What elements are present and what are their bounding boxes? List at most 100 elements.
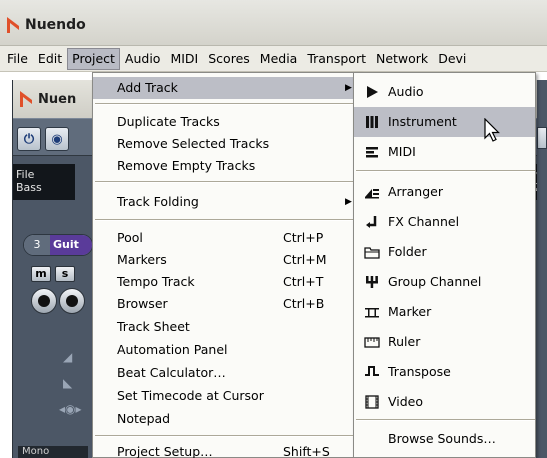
submenu-item-label: Video: [388, 394, 424, 409]
menu-item-duplicate-tracks[interactable]: Duplicate Tracks: [93, 111, 359, 133]
project-title: Nuen: [38, 91, 77, 107]
info-label: File: [16, 168, 35, 181]
menu-item-label: Add Track: [117, 80, 178, 95]
record-mode-icon[interactable]: ◉: [45, 127, 69, 151]
menu-separator: [95, 435, 357, 437]
submenu-item-label: MIDI: [388, 144, 416, 159]
monitor-button[interactable]: [59, 288, 85, 314]
menu-scores[interactable]: Scores: [203, 48, 255, 70]
submenu-item-ruler[interactable]: Ruler: [354, 327, 535, 357]
keyboard-icon: [364, 114, 380, 130]
app-title: Nuendo: [25, 17, 86, 33]
menu-item-remove-selected-tracks[interactable]: Remove Selected Tracks: [93, 133, 359, 155]
marker-icon: [364, 304, 380, 320]
menu-separator: [95, 103, 357, 105]
menu-midi[interactable]: MIDI: [165, 48, 203, 70]
menu-item-markers[interactable]: Markers Ctrl+M: [93, 249, 359, 271]
add-track-submenu: Audio Instrument MIDI Arranger FX Channe…: [353, 72, 536, 458]
menu-item-browser[interactable]: Browser Ctrl+B: [93, 293, 359, 315]
menu-item-add-track[interactable]: Add Track ▶: [93, 77, 359, 99]
solo-button[interactable]: s: [55, 266, 75, 282]
submenu-item-midi[interactable]: MIDI: [354, 137, 535, 167]
submenu-item-instrument[interactable]: Instrument: [354, 107, 535, 137]
menu-audio[interactable]: Audio: [120, 48, 166, 70]
menu-bar: File Edit Project Audio MIDI Scores Medi…: [0, 46, 547, 72]
menu-item-track-sheet[interactable]: Track Sheet: [93, 316, 359, 338]
window-titlebar: Nuendo: [0, 0, 547, 46]
shortcut-label: Ctrl+T: [283, 274, 324, 289]
power-icon[interactable]: ⏻: [17, 127, 41, 151]
folder-icon: [364, 244, 380, 260]
mute-button[interactable]: m: [31, 266, 51, 282]
menu-network[interactable]: Network: [371, 48, 433, 70]
menu-media[interactable]: Media: [255, 48, 303, 70]
fx-channel-icon: [364, 214, 380, 230]
track-name: Guit: [50, 235, 92, 255]
right-toolbar-button[interactable]: [537, 127, 547, 149]
submenu-item-label: Folder: [388, 244, 427, 259]
menu-item-remove-empty-tracks[interactable]: Remove Empty Tracks: [93, 155, 359, 177]
shortcut-label: Ctrl+B: [283, 296, 325, 311]
submenu-arrow-icon: ▶: [345, 83, 352, 93]
submenu-item-label: Instrument: [388, 114, 457, 129]
submenu-item-group-channel[interactable]: Group Channel: [354, 267, 535, 297]
shortcut-label: Shift+S: [283, 444, 330, 458]
nuendo-logo-icon: [19, 91, 33, 107]
pan-icon: ◂◉▸: [59, 402, 82, 416]
audio-play-icon: [364, 84, 380, 100]
submenu-item-marker[interactable]: Marker: [354, 297, 535, 327]
submenu-arrow-icon: ▶: [345, 197, 352, 207]
menu-item-tempo-track[interactable]: Tempo Track Ctrl+T: [93, 271, 359, 293]
menu-separator: [356, 419, 535, 421]
submenu-item-label: FX Channel: [388, 214, 460, 229]
menu-separator: [95, 219, 357, 221]
submenu-item-folder[interactable]: Folder: [354, 237, 535, 267]
menu-file[interactable]: File: [2, 48, 33, 70]
submenu-item-label: Audio: [388, 84, 424, 99]
menu-devices[interactable]: Devi: [433, 48, 471, 70]
menu-item-track-folding[interactable]: Track Folding ▶: [93, 191, 359, 213]
menu-item-label: Track Folding: [117, 194, 199, 209]
menu-item-pool[interactable]: Pool Ctrl+P: [93, 227, 359, 249]
submenu-item-label: Group Channel: [388, 274, 482, 289]
submenu-item-label: Transpose: [388, 364, 451, 379]
submenu-item-transpose[interactable]: Transpose: [354, 357, 535, 387]
group-channel-icon: [364, 274, 380, 290]
track-header[interactable]: 3 Guit: [23, 234, 93, 256]
menu-project[interactable]: Project: [67, 47, 120, 70]
menu-separator: [95, 181, 357, 183]
menu-item-automation-panel[interactable]: Automation Panel: [93, 339, 359, 361]
project-menu: Add Track ▶ Duplicate Tracks Remove Sele…: [92, 72, 360, 458]
shortcut-label: Ctrl+P: [283, 230, 324, 245]
menu-transport[interactable]: Transport: [302, 48, 371, 70]
menu-item-set-timecode[interactable]: Set Timecode at Cursor: [93, 385, 359, 407]
menu-item-beat-calculator[interactable]: Beat Calculator…: [93, 362, 359, 384]
submenu-item-fx-channel[interactable]: FX Channel: [354, 207, 535, 237]
submenu-item-video[interactable]: Video: [354, 387, 535, 417]
menu-separator: [356, 170, 535, 172]
menu-item-label: Tempo Track: [117, 274, 195, 289]
menu-item-project-setup[interactable]: Project Setup… Shift+S: [93, 441, 359, 458]
menu-item-notepad[interactable]: Notepad: [93, 408, 359, 430]
menu-item-label: Pool: [117, 230, 143, 245]
submenu-item-label: Ruler: [388, 334, 421, 349]
video-film-icon: [364, 394, 380, 410]
shortcut-label: Ctrl+M: [283, 252, 327, 267]
info-line: File Bass: [13, 164, 75, 200]
nuendo-logo-icon: [6, 17, 20, 33]
menu-item-label: Browser: [117, 296, 168, 311]
submenu-item-label: Marker: [388, 304, 432, 319]
transpose-icon: [364, 364, 380, 380]
submenu-item-arranger[interactable]: Arranger: [354, 177, 535, 207]
output-label: Mono: [18, 446, 88, 458]
midi-icon: [364, 144, 380, 160]
submenu-item-browse-sounds[interactable]: Browse Sounds…: [354, 424, 535, 454]
info-value: Bass: [16, 181, 42, 194]
record-enable-button[interactable]: [31, 288, 57, 314]
menu-item-label: Markers: [117, 252, 167, 267]
insert-icon: ◣: [63, 376, 73, 390]
arranger-icon: [364, 184, 380, 200]
submenu-item-audio[interactable]: Audio: [354, 77, 535, 107]
track-number: 3: [24, 235, 50, 255]
menu-edit[interactable]: Edit: [33, 48, 67, 70]
